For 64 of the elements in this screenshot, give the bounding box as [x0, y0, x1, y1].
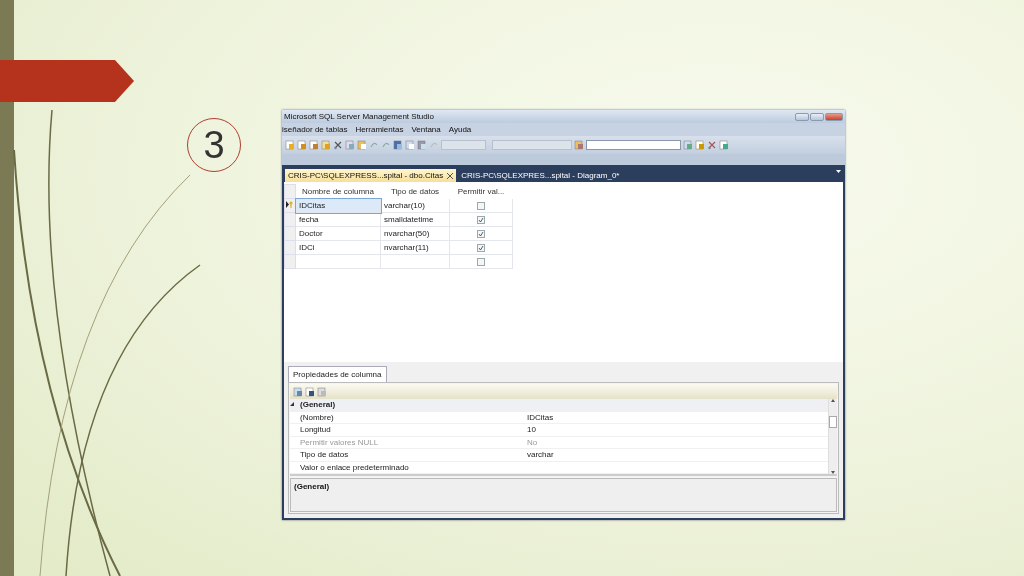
property-name: Permitir valores NULL: [300, 437, 380, 447]
property-value: varchar: [527, 450, 555, 460]
scroll-thumb[interactable]: [829, 415, 837, 428]
menu-item[interactable]: Ayuda: [448, 125, 472, 134]
collapse-icon[interactable]: [290, 402, 295, 408]
property-name: Tipo de datos: [300, 450, 350, 460]
table-cell: nvarchar(50): [384, 229, 430, 238]
dropdown-field[interactable]: [441, 140, 486, 150]
window-icon[interactable]: [683, 140, 693, 150]
dropdown-field[interactable]: [586, 140, 681, 150]
checkbox[interactable]: [477, 257, 485, 266]
scrollbar[interactable]: [828, 399, 837, 474]
property-value: 10: [527, 425, 537, 435]
sort-icon[interactable]: [305, 386, 315, 397]
dropdown-arrow-icon[interactable]: [836, 170, 841, 173]
property-name: Valor o enlace predeterminado: [300, 462, 410, 472]
document-icon[interactable]: [297, 140, 307, 150]
window-icon[interactable]: [695, 140, 705, 150]
property-row[interactable]: (Nombre) IDCitas: [290, 411, 828, 424]
row-header[interactable]: [284, 198, 296, 213]
table-cell: fecha: [299, 215, 319, 224]
table-cell: Doctor: [299, 229, 323, 238]
categorized-icon[interactable]: [293, 386, 303, 397]
description-title: (General): [294, 482, 330, 491]
clipboard-icon[interactable]: [357, 140, 367, 150]
panel-tab[interactable]: Propiedades de columna: [288, 366, 387, 382]
category-label: (General): [300, 400, 337, 410]
window-icon[interactable]: [719, 140, 729, 150]
document-tab[interactable]: CRIS-PC\SQLEXPRES...spital - Diagram_0*: [458, 169, 623, 182]
document-icon[interactable]: [285, 140, 295, 150]
window-icon[interactable]: [405, 140, 415, 150]
dropdown-field[interactable]: [492, 140, 572, 150]
redo-icon[interactable]: [381, 140, 391, 150]
menu-item[interactable]: Herramientas: [355, 125, 404, 134]
document-icon[interactable]: [309, 140, 319, 150]
key-icon: [289, 201, 293, 208]
checkbox[interactable]: [477, 201, 485, 210]
property-row[interactable]: Valor o enlace predeterminado: [290, 461, 828, 474]
checkbox[interactable]: [477, 229, 485, 238]
document-tab[interactable]: CRIS-PC\SQLEXPRESS...spital - dbo.Citas: [285, 169, 457, 182]
scroll-down-icon[interactable]: [831, 471, 835, 474]
table-cell: IDCi: [299, 243, 315, 252]
property-name: Longitud: [300, 425, 332, 435]
table-cell: IDCitas: [299, 201, 326, 210]
property-value: IDCitas: [527, 412, 555, 422]
undo-icon[interactable]: [369, 140, 379, 150]
menu-item[interactable]: iseñador de tablas: [282, 125, 348, 134]
table-cell: varchar(10): [384, 201, 425, 210]
property-row[interactable]: Tipo de datos varchar: [290, 449, 828, 462]
minimize-button[interactable]: [795, 112, 809, 121]
close-button[interactable]: [825, 112, 843, 121]
table-cell: nvarchar(11): [384, 243, 429, 252]
pointer-icon: [286, 201, 289, 208]
save-icon[interactable]: [393, 140, 403, 150]
window-title: Microsoft SQL Server Management Studio: [284, 112, 434, 121]
close-icon[interactable]: [447, 172, 454, 179]
property-row[interactable]: Longitud 10: [290, 424, 828, 437]
checkbox[interactable]: [477, 243, 485, 252]
checkbox[interactable]: [477, 215, 485, 224]
property-value: No: [527, 437, 539, 447]
restore-button[interactable]: [810, 112, 824, 121]
menu-item[interactable]: Ventana: [411, 125, 441, 134]
property-name: (Nombre): [300, 412, 335, 422]
table-cell: smalldatetime: [384, 215, 434, 224]
